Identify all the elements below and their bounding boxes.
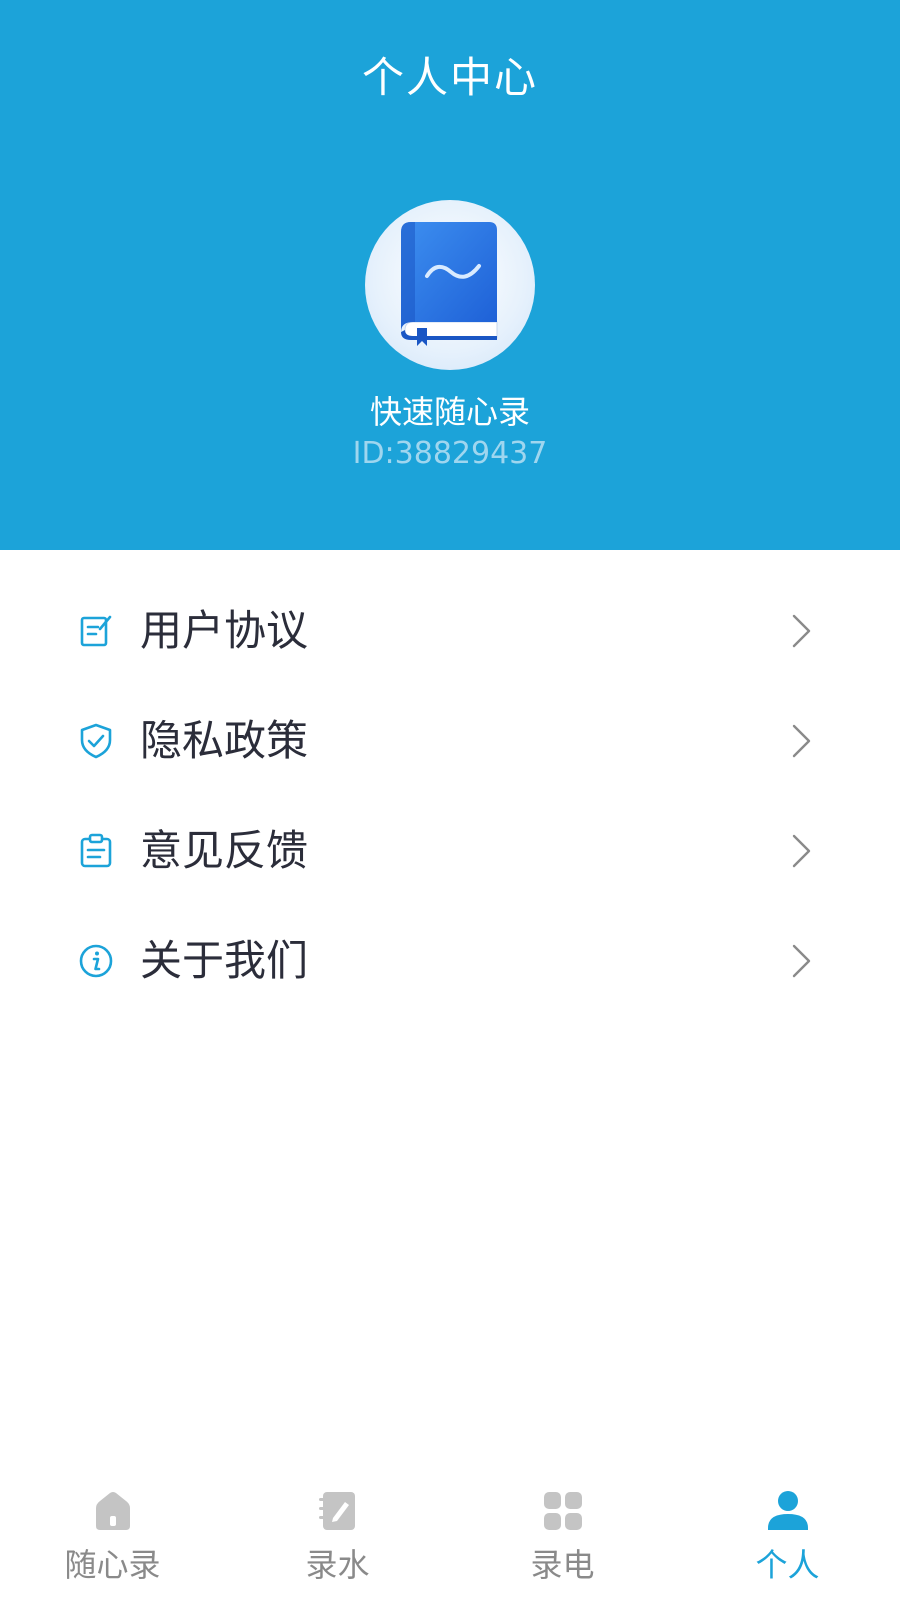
tab-label: 随心录 [64, 1546, 161, 1584]
menu-item-label: 关于我们 [140, 936, 309, 985]
chevron-right-icon [792, 944, 811, 978]
tab-label: 录电 [530, 1546, 595, 1584]
menu-item-label: 用户协议 [140, 606, 309, 655]
chevron-right-icon [792, 834, 811, 868]
grid-icon [544, 1492, 582, 1530]
settings-menu: 用户协议 隐私政策 意见反馈 关于我们 [0, 575, 900, 1015]
home-icon [96, 1492, 130, 1530]
menu-item-label: 隐私政策 [140, 716, 309, 765]
tab-label: 个人 [755, 1546, 820, 1584]
menu-item-privacy-policy[interactable]: 隐私政策 [0, 685, 900, 795]
person-icon [768, 1491, 808, 1530]
menu-item-user-agreement[interactable]: 用户协议 [0, 575, 900, 685]
edit-document-icon [80, 615, 112, 647]
profile-header: 个人中心 快速随心录 ID:38829437 [0, 0, 900, 550]
menu-item-about-us[interactable]: 关于我们 [0, 905, 900, 1015]
tab-electricity[interactable]: 录电 [450, 1480, 675, 1600]
info-icon [79, 944, 113, 978]
chevron-right-icon [792, 614, 811, 648]
avatar[interactable] [365, 200, 535, 370]
user-id: ID:38829437 [352, 436, 548, 471]
book-icon [401, 222, 498, 346]
bottom-tab-bar: 随心录 录水 录电 个人 [0, 1480, 900, 1600]
clipboard-icon [80, 833, 112, 868]
chevron-right-icon [792, 724, 811, 758]
username: 快速随心录 [369, 393, 530, 431]
menu-item-label: 意见反馈 [140, 826, 309, 875]
tab-water[interactable]: 录水 [225, 1480, 450, 1600]
tab-label: 录水 [305, 1546, 370, 1584]
page-title: 个人中心 [361, 53, 538, 102]
tab-profile[interactable]: 个人 [675, 1480, 900, 1600]
menu-item-feedback[interactable]: 意见反馈 [0, 795, 900, 905]
tab-home[interactable]: 随心录 [0, 1480, 225, 1600]
note-pen-icon [319, 1492, 355, 1530]
shield-check-icon [80, 723, 112, 759]
